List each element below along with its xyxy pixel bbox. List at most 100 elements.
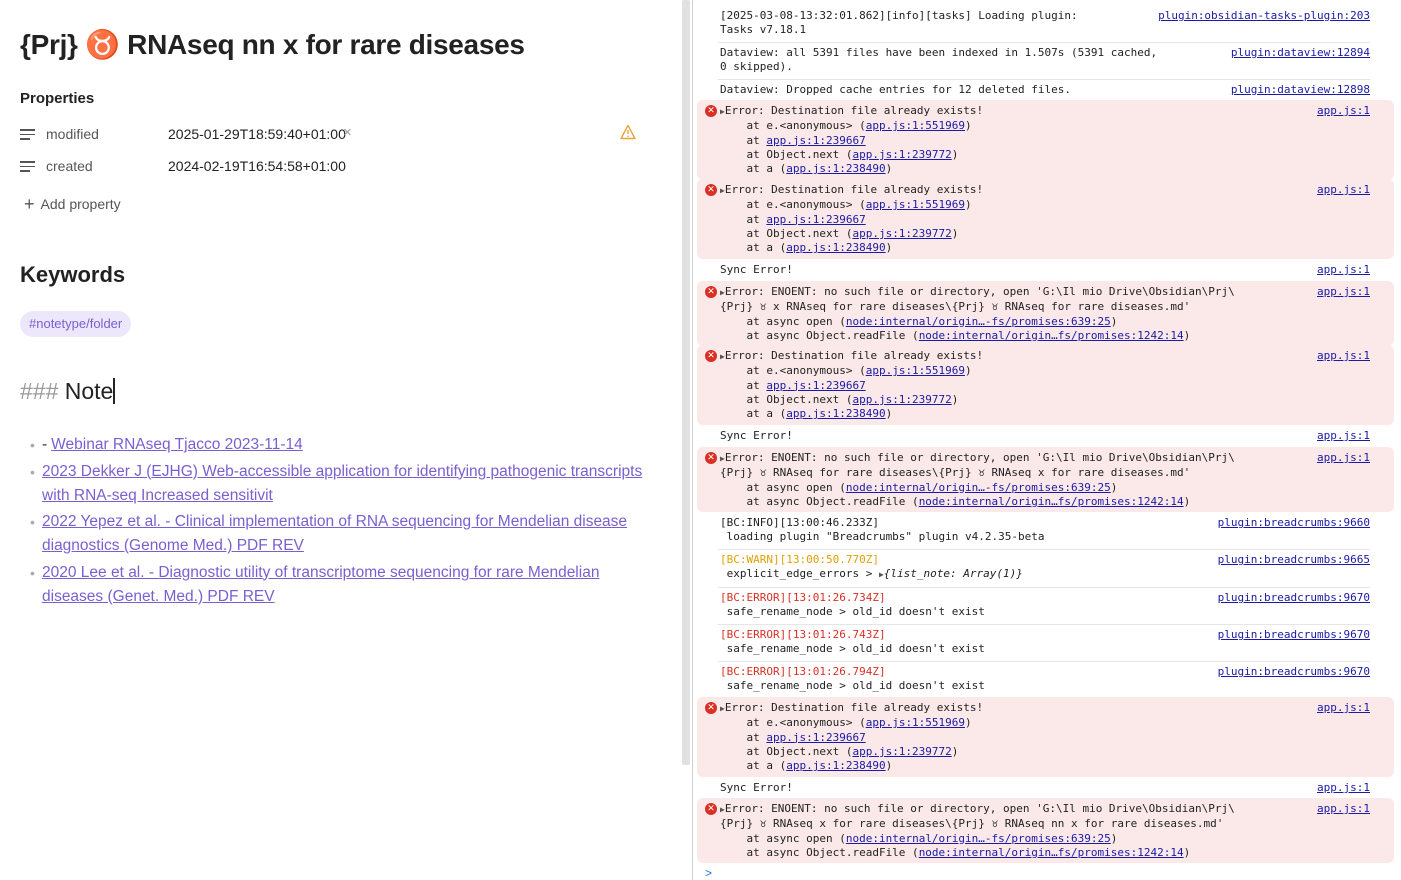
console-source-link[interactable]: plugin:dataview:12894 xyxy=(1231,46,1370,60)
console-source-link[interactable]: app.js:1 xyxy=(1317,429,1370,443)
console-entry: [BC:INFO][13:00:46.233Z] loading plugin … xyxy=(720,516,1370,545)
console-source-link[interactable]: plugin:obsidian-tasks-plugin:203 xyxy=(1158,9,1370,23)
text-cursor xyxy=(113,378,115,404)
properties-heading[interactable]: Properties xyxy=(20,90,94,107)
internal-link[interactable]: 2023 Dekker J (EJHG) Web-accessible appl… xyxy=(42,463,642,504)
console-separator xyxy=(718,587,1370,588)
console-entry[interactable]: ▶Error: Destination file already exists!… xyxy=(720,701,1370,773)
property-row-created[interactable]: created 2024-02-19T16:54:58+01:00 xyxy=(20,156,650,180)
bullet-icon: • xyxy=(30,564,35,581)
console-entry: [BC:ERROR][13:01:26.734Z] safe_rename_no… xyxy=(720,591,1370,620)
heading-hash: ### xyxy=(20,378,59,404)
console-source-link[interactable]: plugin:breadcrumbs:9670 xyxy=(1218,591,1370,605)
plus-icon: + xyxy=(24,194,35,214)
console-source-link[interactable]: plugin:breadcrumbs:9670 xyxy=(1218,628,1370,642)
console-source-link[interactable]: app.js:1 xyxy=(1317,183,1370,197)
console-message: Dataview: all 5391 files have been index… xyxy=(720,46,1158,74)
error-icon: ✕ xyxy=(705,105,717,117)
console-message: ▶Error: Destination file already exists!… xyxy=(720,183,984,255)
text-property-icon xyxy=(20,161,35,173)
console-source-link[interactable]: app.js:1 xyxy=(1317,802,1370,816)
console-entry: [BC:ERROR][13:01:26.794Z] safe_rename_no… xyxy=(720,665,1370,694)
tag-pill[interactable]: #notetype/folder xyxy=(20,311,132,337)
console-source-link[interactable]: plugin:breadcrumbs:9665 xyxy=(1218,553,1370,567)
internal-link[interactable]: 2020 Lee et al. - Diagnostic utility of … xyxy=(42,564,599,605)
text-property-icon xyxy=(20,129,35,141)
error-icon: ✕ xyxy=(705,286,717,298)
console-entry[interactable]: ▶Error: ENOENT: no such file or director… xyxy=(720,802,1370,859)
console-entry: Sync Error! app.js:1 xyxy=(720,429,1370,443)
console-source-link[interactable]: plugin:breadcrumbs:9660 xyxy=(1218,516,1370,530)
console-message: [BC:ERROR][13:01:26.743Z] safe_rename_no… xyxy=(720,628,985,656)
console-message: ▶Error: ENOENT: no such file or director… xyxy=(720,802,1235,859)
note-heading-text: Note xyxy=(64,378,114,404)
list-item: • 2022 Yepez et al. - Clinical implementa… xyxy=(30,510,650,558)
console-source-link[interactable]: app.js:1 xyxy=(1317,349,1370,363)
console-message: Sync Error! xyxy=(720,263,793,276)
property-key[interactable]: created xyxy=(46,158,93,174)
console-message: ▶Error: ENOENT: no such file or director… xyxy=(720,285,1235,342)
console-entry[interactable]: ▶Error: ENOENT: no such file or director… xyxy=(720,285,1370,342)
console-source-link[interactable]: plugin:breadcrumbs:9670 xyxy=(1218,665,1370,679)
list-item: • 2020 Lee et al. - Diagnostic utility of… xyxy=(30,561,650,609)
note-editor: {Prj} ♉ RNAseq nn x for rare diseases Pr… xyxy=(0,0,680,880)
console-message: ▶Error: Destination file already exists!… xyxy=(720,349,984,421)
error-icon: ✕ xyxy=(705,803,717,815)
console-source-link[interactable]: app.js:1 xyxy=(1317,451,1370,465)
list-item: • - Webinar RNAseq Tjacco 2023-11-14 xyxy=(30,433,650,457)
console-separator xyxy=(718,661,1370,662)
bullet-icon: • xyxy=(30,463,35,480)
console-entry: Sync Error! app.js:1 xyxy=(720,263,1370,277)
clear-icon[interactable]: × xyxy=(343,124,352,141)
add-property-button[interactable]: + Add property xyxy=(24,193,121,214)
console-message: ▶Error: ENOENT: no such file or director… xyxy=(720,451,1235,508)
bullet-icon: • xyxy=(30,437,35,453)
console-separator xyxy=(718,79,1370,80)
console-entry: Dataview: Dropped cache entries for 12 d… xyxy=(720,83,1370,97)
console-entry[interactable]: ▶Error: Destination file already exists!… xyxy=(720,349,1370,421)
console-entry: [2025-03-08-13:32:01.862][info][tasks] L… xyxy=(720,9,1370,38)
error-icon: ✕ xyxy=(705,184,717,196)
link-list: • - Webinar RNAseq Tjacco 2023-11-14 • 2023… xyxy=(30,433,650,611)
error-icon: ✕ xyxy=(705,452,717,464)
console-message: [BC:ERROR][13:01:26.734Z] safe_rename_no… xyxy=(720,591,985,619)
property-key[interactable]: modified xyxy=(46,126,99,142)
bullet-icon: • xyxy=(30,514,35,530)
list-dash: - xyxy=(42,436,48,453)
page-title[interactable]: {Prj} ♉ RNAseq nn x for rare diseases xyxy=(20,28,525,61)
note-heading[interactable]: ### Note xyxy=(20,378,115,405)
console-source-link[interactable]: plugin:dataview:12898 xyxy=(1231,83,1370,97)
error-icon: ✕ xyxy=(705,702,717,714)
error-icon: ✕ xyxy=(705,350,717,362)
console-source-link[interactable]: app.js:1 xyxy=(1317,263,1370,277)
console-message: [BC:INFO][13:00:46.233Z] loading plugin … xyxy=(720,516,1045,544)
internal-link[interactable]: 2022 Yepez et al. - Clinical implementat… xyxy=(42,513,627,554)
property-row-modified[interactable]: modified 2025-01-29T18:59:40+01:00 × xyxy=(20,124,650,148)
console-message: Dataview: Dropped cache entries for 12 d… xyxy=(720,83,1071,96)
keywords-heading[interactable]: Keywords xyxy=(20,262,125,288)
console-source-link[interactable]: app.js:1 xyxy=(1317,285,1370,299)
internal-link[interactable]: Webinar RNAseq Tjacco 2023-11-14 xyxy=(51,436,303,453)
console-separator xyxy=(718,549,1370,550)
console-entry[interactable]: ▶Error: Destination file already exists!… xyxy=(720,104,1370,176)
console-message: [BC:ERROR][13:01:26.794Z] safe_rename_no… xyxy=(720,665,985,693)
warning-icon[interactable] xyxy=(620,124,636,140)
console-prompt[interactable]: > xyxy=(705,866,712,880)
console-source-link[interactable]: app.js:1 xyxy=(1317,701,1370,715)
console-message: Sync Error! xyxy=(720,781,793,794)
property-value[interactable]: 2025-01-29T18:59:40+01:00 xyxy=(168,126,346,142)
console-entry: [BC:ERROR][13:01:26.743Z] safe_rename_no… xyxy=(720,628,1370,657)
console-separator xyxy=(718,42,1370,43)
console-entry[interactable]: ▶Error: Destination file already exists!… xyxy=(720,183,1370,255)
console-message: Sync Error! xyxy=(720,429,793,442)
console-message: ▶Error: Destination file already exists!… xyxy=(720,701,984,773)
console-message: ▶Error: Destination file already exists!… xyxy=(720,104,984,176)
console-message: [BC:WARN][13:00:50.770Z] explicit_edge_e… xyxy=(720,553,1023,581)
console-entry[interactable]: ▶Error: ENOENT: no such file or director… xyxy=(720,451,1370,508)
console-entry: [BC:WARN][13:00:50.770Z] explicit_edge_e… xyxy=(720,553,1370,582)
console-source-link[interactable]: app.js:1 xyxy=(1317,104,1370,118)
console-source-link[interactable]: app.js:1 xyxy=(1317,781,1370,795)
editor-scrollbar[interactable] xyxy=(682,0,690,765)
property-value[interactable]: 2024-02-19T16:54:58+01:00 xyxy=(168,158,346,174)
console-entry: Dataview: all 5391 files have been index… xyxy=(720,46,1370,75)
